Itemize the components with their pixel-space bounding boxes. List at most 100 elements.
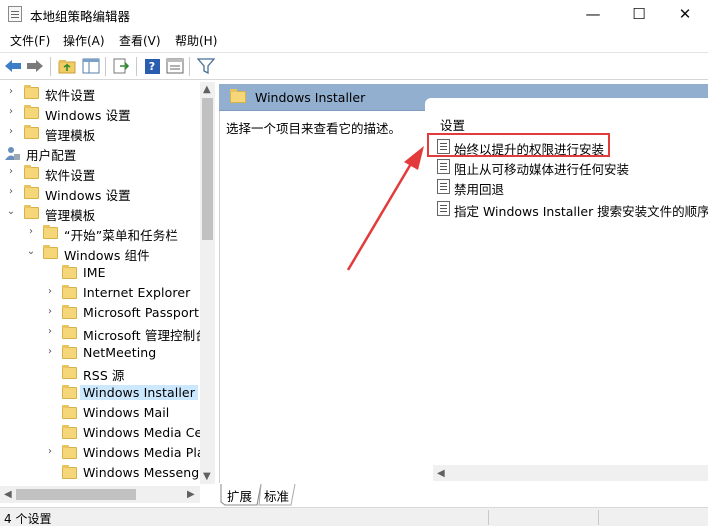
tree-item[interactable]: › Microsoft Passport	[0, 303, 200, 323]
tree-item[interactable]: › Internet Explorer	[0, 283, 200, 303]
policy-editor-app-icon	[8, 6, 22, 22]
chevron-right-icon[interactable]: ›	[45, 326, 55, 337]
tree-item[interactable]: Windows Mail	[0, 403, 200, 423]
scroll-down-icon[interactable]: ▼	[203, 471, 211, 482]
tree-item-label: Internet Explorer	[83, 285, 191, 300]
minimize-button[interactable]: —	[570, 0, 616, 28]
setting-label: 阻止从可移动媒体进行任何安装	[454, 162, 630, 177]
menu-file[interactable]: 文件(F)	[10, 32, 50, 49]
tree-item[interactable]: RSS 源	[0, 363, 200, 383]
folder-icon	[62, 325, 77, 339]
back-arrow-icon	[5, 60, 21, 72]
details-horizontal-scrollbar[interactable]	[433, 465, 708, 481]
status-divider	[488, 510, 489, 525]
properties-button[interactable]	[165, 57, 185, 75]
tree-item[interactable]: › Microsoft 管理控制台	[0, 323, 208, 343]
policy-setting-icon	[437, 201, 450, 216]
tree-item[interactable]: ⌄ 管理模板	[0, 203, 200, 223]
settings-column-header[interactable]: 设置	[440, 115, 465, 134]
toolbar-separator	[50, 57, 51, 76]
tree-item-label: Microsoft 管理控制台	[83, 328, 208, 343]
chevron-down-icon[interactable]: ⌄	[6, 206, 16, 217]
chevron-right-icon[interactable]: ›	[26, 226, 36, 237]
chevron-right-icon[interactable]: ›	[6, 86, 16, 97]
tree-item-user-config[interactable]: ⌄ 用户配置	[0, 143, 200, 163]
tree-vertical-scroll-thumb[interactable]	[202, 98, 213, 240]
chevron-right-icon[interactable]: ›	[45, 446, 55, 457]
chevron-right-icon[interactable]: ›	[45, 346, 55, 357]
tree-item[interactable]: › NetMeeting	[0, 343, 200, 363]
tree-item-label: Windows 组件	[64, 248, 150, 263]
folder-icon	[62, 385, 77, 399]
toolbar: ?	[0, 52, 708, 80]
menu-view[interactable]: 查看(V)	[119, 32, 161, 49]
menu-help[interactable]: 帮助(H)	[175, 32, 217, 49]
chevron-right-icon[interactable]: ›	[6, 186, 16, 197]
chevron-right-icon[interactable]: ›	[6, 126, 16, 137]
show-hide-tree-icon	[82, 58, 100, 74]
user-config-icon	[5, 147, 20, 160]
tree-pane[interactable]: › 软件设置 › Windows 设置 › 管理模板 ⌄ 用户配置 › 软件设置…	[0, 82, 215, 484]
toolbar-separator	[105, 57, 106, 76]
chevron-right-icon[interactable]: ›	[6, 166, 16, 177]
minimize-icon: —	[585, 5, 601, 23]
policy-setting-icon	[437, 179, 450, 194]
up-folder-icon	[58, 60, 76, 74]
status-divider	[598, 510, 599, 525]
folder-icon	[62, 445, 77, 459]
tree-item-label: Windows Media Pla	[83, 445, 205, 460]
folder-icon	[62, 265, 77, 279]
forward-button[interactable]	[25, 57, 45, 75]
tree-item[interactable]: › Windows 设置	[0, 103, 200, 123]
folder-icon	[62, 425, 77, 439]
tree-item-label: 管理模板	[45, 208, 96, 223]
back-button[interactable]	[3, 57, 23, 75]
tree-item-selected[interactable]: Windows Installer	[0, 383, 200, 403]
folder-icon	[24, 125, 39, 139]
chevron-right-icon[interactable]: ›	[45, 306, 55, 317]
tree-item-label: 用户配置	[26, 148, 77, 163]
chevron-right-icon[interactable]: ›	[6, 106, 16, 117]
filter-button[interactable]	[196, 57, 216, 75]
tree-item[interactable]: › “开始”菜单和任务栏	[0, 223, 200, 243]
tree-item[interactable]: › Windows Media Pla	[0, 443, 205, 463]
status-text: 4 个设置	[4, 512, 52, 526]
tree-item[interactable]: › 软件设置	[0, 83, 200, 103]
policy-setting-icon	[437, 159, 450, 174]
properties-icon	[166, 58, 184, 74]
chevron-right-icon[interactable]: ›	[45, 286, 55, 297]
tree-item[interactable]: › 软件设置	[0, 163, 200, 183]
tree-item[interactable]: Windows Messenge	[0, 463, 207, 483]
folder-icon	[62, 365, 77, 379]
annotation-arrow-icon	[346, 146, 424, 271]
forward-arrow-icon	[27, 60, 43, 72]
folder-icon	[24, 165, 39, 179]
scroll-right-icon[interactable]: ▶	[187, 489, 195, 500]
tree-item-label: NetMeeting	[83, 345, 157, 360]
tree-item-label: Windows Media Ce	[83, 425, 203, 440]
close-button[interactable]: ✕	[662, 0, 708, 28]
folder-icon	[62, 345, 77, 359]
tree-item[interactable]: Windows Media Ce	[0, 423, 203, 443]
export-list-button[interactable]	[111, 57, 131, 75]
tree-item[interactable]: › Windows 设置	[0, 183, 200, 203]
help-glyph: ?	[148, 59, 156, 73]
tree-item-label: Windows 设置	[45, 188, 131, 203]
maximize-button[interactable]: ☐	[616, 0, 662, 28]
tree-item-label: RSS 源	[83, 368, 125, 383]
show-hide-tree-button[interactable]	[81, 57, 101, 75]
details-title: Windows Installer	[255, 90, 366, 105]
chevron-down-icon[interactable]: ⌄	[26, 246, 36, 257]
scroll-left-icon[interactable]: ◀	[4, 489, 12, 500]
up-one-level-button[interactable]	[57, 57, 77, 75]
menu-action[interactable]: 操作(A)	[63, 32, 105, 49]
maximize-icon: ☐	[632, 5, 646, 23]
help-button[interactable]: ?	[142, 57, 162, 75]
tree-horizontal-scroll-thumb[interactable]	[16, 489, 136, 500]
scroll-up-icon[interactable]: ▲	[203, 84, 211, 95]
scroll-left-icon[interactable]: ◀	[437, 468, 445, 479]
tree-item[interactable]: › 管理模板	[0, 123, 200, 143]
tree-item[interactable]: IME	[0, 263, 200, 283]
tree-item[interactable]: ⌄ Windows 组件	[0, 243, 200, 263]
export-list-icon	[113, 58, 130, 74]
